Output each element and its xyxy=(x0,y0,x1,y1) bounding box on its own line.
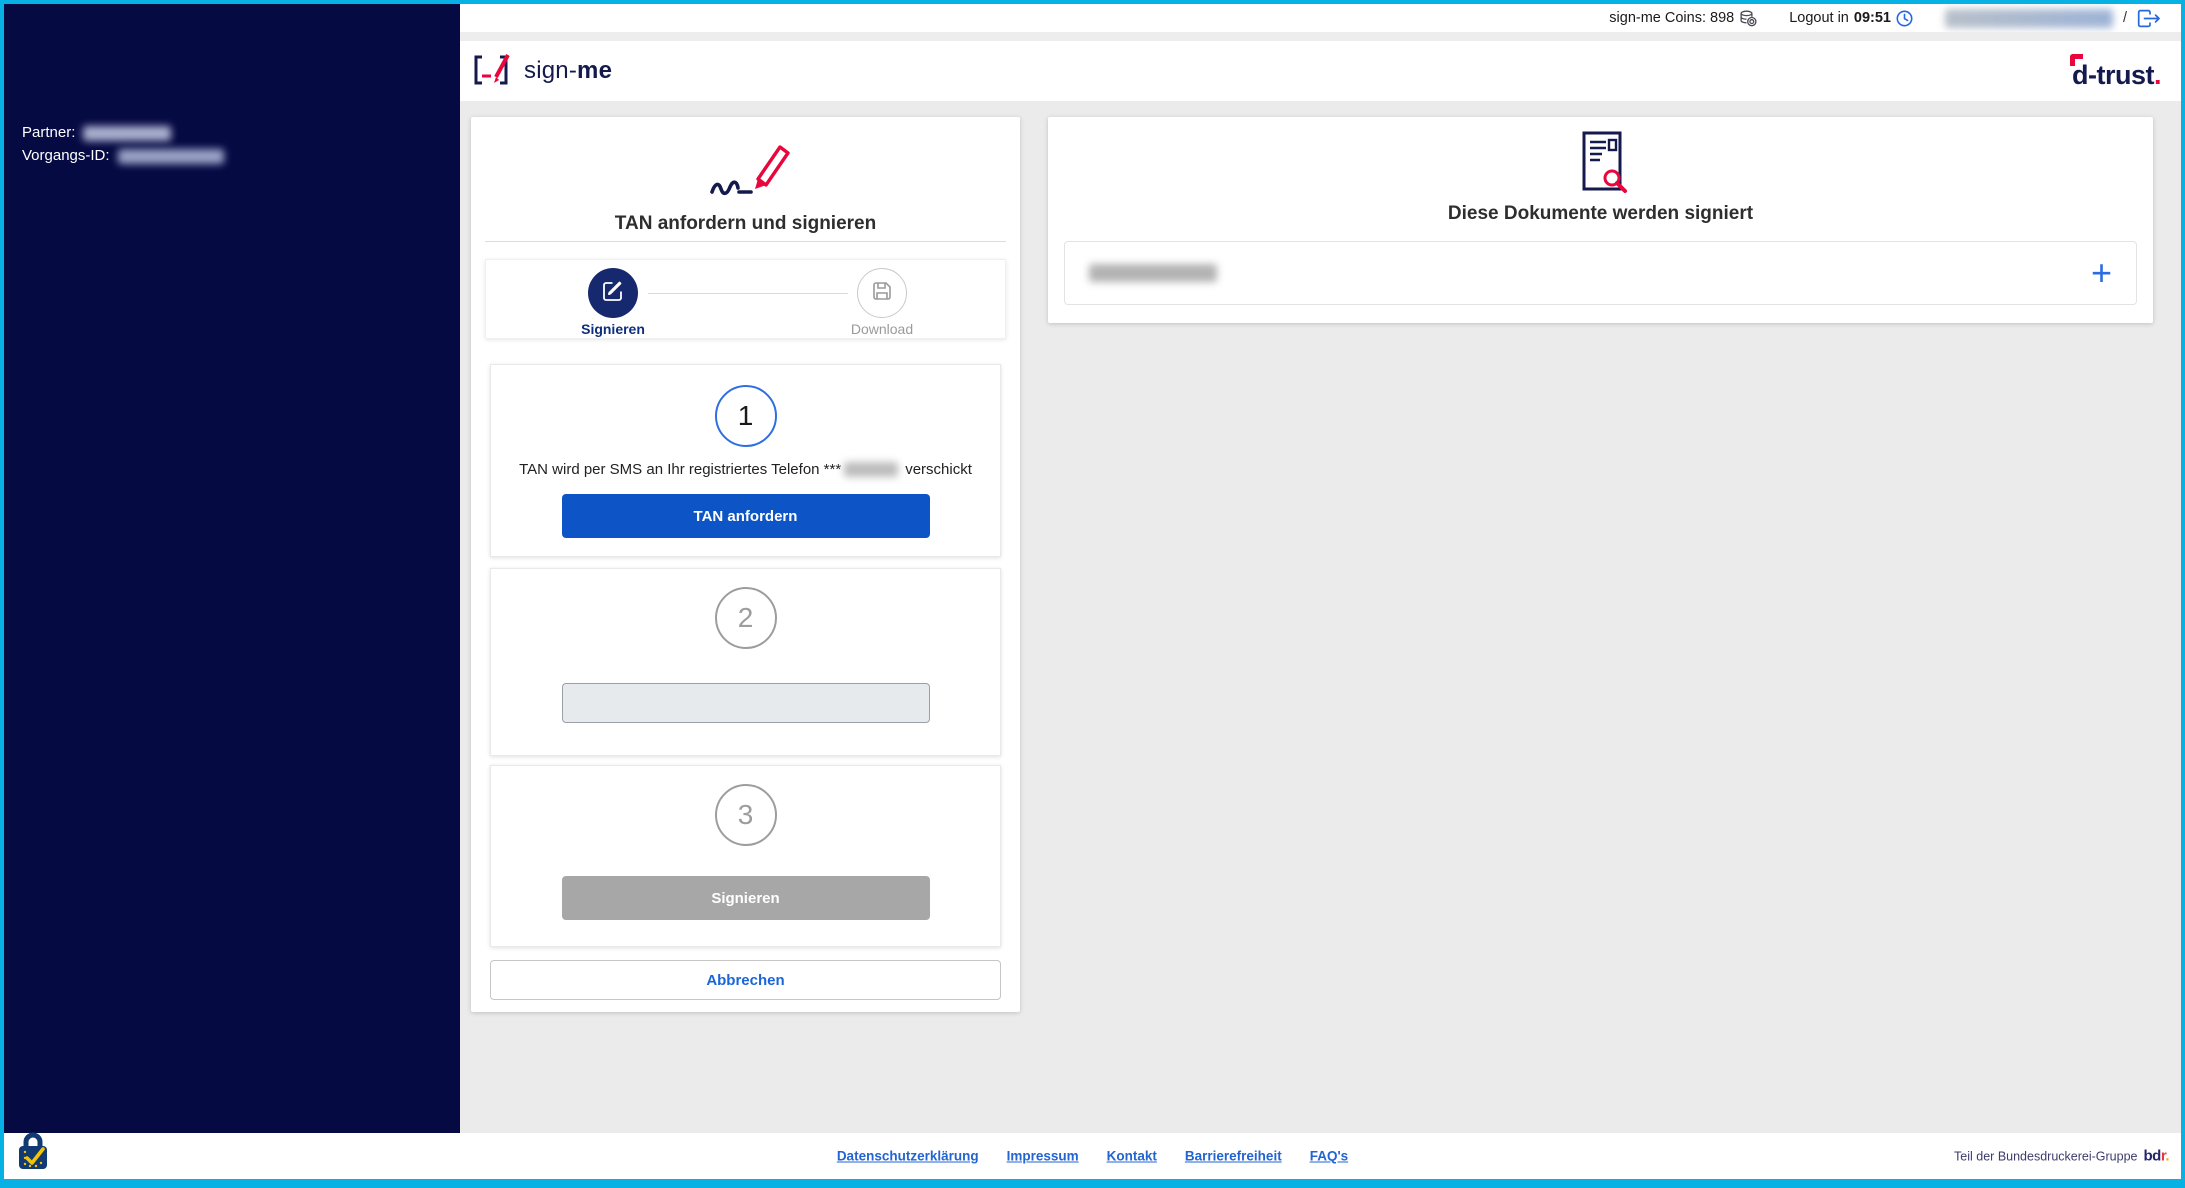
stepper-signieren-label: Signieren xyxy=(581,321,645,337)
stepper-signieren-circle xyxy=(588,268,638,318)
request-tan-button[interactable]: TAN anfordern xyxy=(561,494,930,538)
bdr-logo: bdr. xyxy=(2143,1147,2169,1165)
footer-group-note: Teil der Bundesdruckerei-Gruppe bdr. xyxy=(1954,1148,2169,1165)
app-window: Partner: Vorgangs-ID: sign-me Coins: 898 xyxy=(0,0,2185,1188)
documents-card: Diese Dokumente werden signiert + xyxy=(1048,117,2153,323)
document-magnifier-icon xyxy=(1570,131,1632,197)
step-3-panel: 3 Signieren xyxy=(490,765,1001,947)
dtrust-logo-text: d-trust. xyxy=(2072,59,2162,90)
vorgangs-id-value-redacted xyxy=(117,148,224,164)
footer-link-kontakt[interactable]: Kontakt xyxy=(1107,1149,1157,1164)
signing-card-header: TAN anfordern und signieren xyxy=(485,131,1006,242)
step-1-text: TAN wird per SMS an Ihr registriertes Te… xyxy=(519,461,972,478)
user-name-redacted xyxy=(1944,8,2113,28)
stepper-download-label: Download xyxy=(850,321,914,337)
partner-label: Partner: xyxy=(22,124,76,141)
group-text: Teil der Bundesdruckerei-Gruppe xyxy=(1954,1149,2138,1163)
step-2-number: 2 xyxy=(714,587,777,649)
step-1-panel: 1 TAN wird per SMS an Ihr registriertes … xyxy=(490,364,1001,557)
documents-card-title: Diese Dokumente werden signiert xyxy=(1447,203,1754,224)
step-1-number: 1 xyxy=(714,385,777,447)
stepper-download-circle xyxy=(857,268,907,318)
signature-pen-icon xyxy=(696,145,796,207)
coins-status: sign-me Coins: 898 xyxy=(1609,10,1757,27)
signme-logo: sign-me xyxy=(472,49,612,94)
footer: Datenschutzerklärung Impressum Kontakt B… xyxy=(4,1132,2181,1179)
logout-icon[interactable] xyxy=(2137,9,2161,28)
document-row: + xyxy=(1064,241,2137,305)
step-2-panel: 2 xyxy=(490,568,1001,756)
signme-logo-text: sign-me xyxy=(524,57,613,84)
footer-link-faqs[interactable]: FAQ's xyxy=(1310,1149,1348,1164)
logout-timer: Logout in 09:51 xyxy=(1789,10,1913,27)
signing-card: TAN anfordern und signieren Signieren Do… xyxy=(471,117,1020,1012)
document-filename-redacted[interactable] xyxy=(1089,264,1217,282)
sign-button[interactable]: Signieren xyxy=(561,876,930,920)
top-status-bar: sign-me Coins: 898 Logout in 09:51 / xyxy=(460,4,2181,32)
dtrust-logo: d-trust. xyxy=(2070,52,2162,91)
stepper-connector xyxy=(648,293,848,294)
save-disk-icon xyxy=(870,279,894,308)
signing-stepper: Signieren Download xyxy=(485,259,1006,339)
partner-value-redacted xyxy=(83,125,172,141)
clock-icon xyxy=(1896,10,1913,27)
add-document-button[interactable]: + xyxy=(2091,255,2112,291)
process-info: Partner: Vorgangs-ID: xyxy=(22,122,224,168)
vorgangs-id-label: Vorgangs-ID: xyxy=(22,147,110,164)
signing-card-title: TAN anfordern und signieren xyxy=(614,213,877,234)
phone-number-redacted xyxy=(844,462,899,477)
footer-link-datenschutz[interactable]: Datenschutzerklärung xyxy=(837,1149,979,1164)
footer-links: Datenschutzerklärung Impressum Kontakt B… xyxy=(4,1149,2181,1164)
logout-timer-label: Logout in xyxy=(1789,10,1849,26)
step-3-number: 3 xyxy=(714,784,777,846)
pen-square-icon xyxy=(601,279,625,308)
separator-slash: / xyxy=(2122,10,2127,26)
signme-logo-icon xyxy=(472,49,516,94)
topbar-divider xyxy=(460,32,2181,41)
partner-sidebar: Partner: Vorgangs-ID: xyxy=(4,4,460,1133)
cancel-button[interactable]: Abbrechen xyxy=(490,960,1001,1000)
dtrust-corner-mark xyxy=(2070,53,2083,66)
tan-input[interactable] xyxy=(561,683,930,723)
coin-stack-icon xyxy=(1739,10,1757,27)
logout-timer-value: 09:51 xyxy=(1853,10,1891,26)
brand-header: sign-me d-trust. xyxy=(460,41,2181,101)
footer-link-barrierefreiheit[interactable]: Barrierefreiheit xyxy=(1185,1149,1282,1164)
coins-label: sign-me Coins: 898 xyxy=(1609,10,1735,26)
footer-link-impressum[interactable]: Impressum xyxy=(1007,1149,1079,1164)
